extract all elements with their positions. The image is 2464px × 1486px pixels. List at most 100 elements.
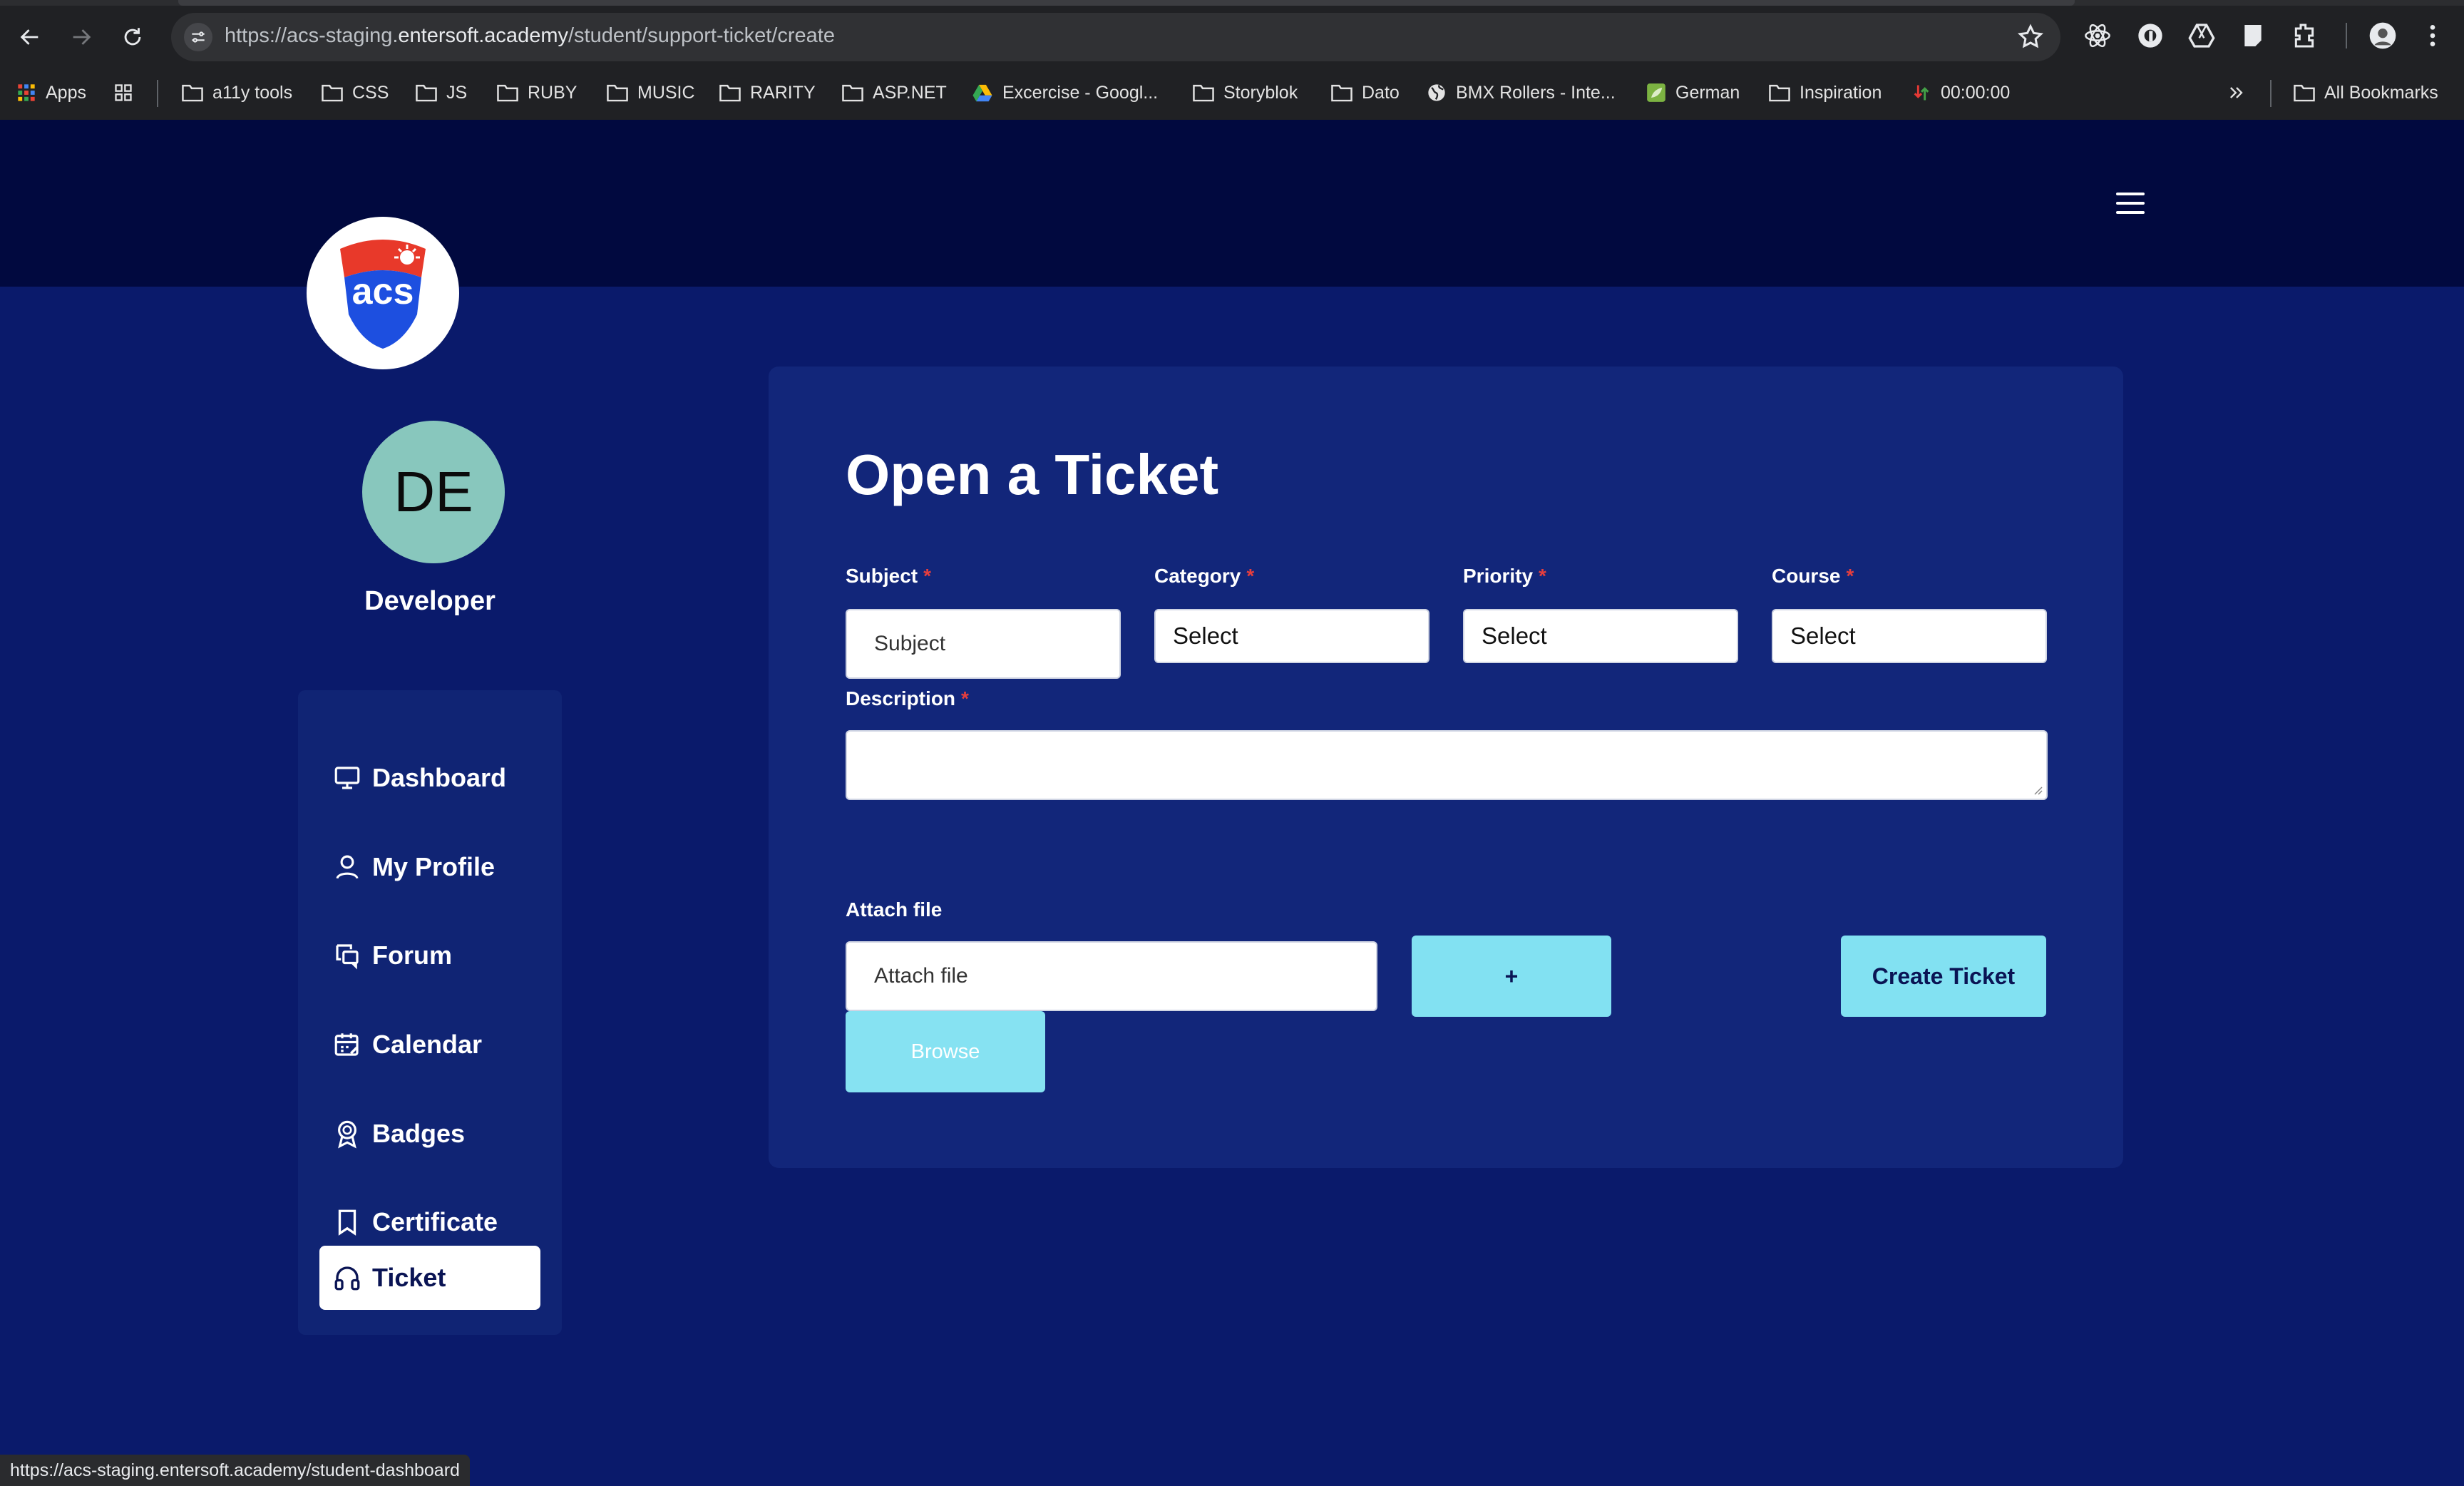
sidebar-item-label: Badges <box>372 1119 466 1148</box>
grid-icon <box>115 84 132 101</box>
reload-icon <box>124 28 141 46</box>
back-button[interactable] <box>9 16 51 58</box>
course-select-value: Select <box>1790 622 1856 649</box>
required-mark: * <box>1846 565 1854 587</box>
attach-file-placeholder: Attach file <box>874 964 968 988</box>
folder-icon <box>1193 84 1214 102</box>
sidebar-item-dashboard[interactable]: Dashboard <box>319 746 540 810</box>
bookmark-folder-a11y[interactable]: a11y tools <box>181 80 292 106</box>
bookmark-folder-music[interactable]: MUSIC <box>606 80 695 106</box>
notes-icon[interactable] <box>2239 21 2267 50</box>
bookmark-icon <box>338 1209 356 1236</box>
folder-icon <box>182 84 203 102</box>
bookmark-folder-storyblok[interactable]: Storyblok <box>1192 80 1298 106</box>
bookmark-bmx-rollers[interactable]: BMX Rollers - Inte... <box>1426 80 1616 106</box>
description-textarea[interactable] <box>846 730 2048 800</box>
reload-button[interactable] <box>111 16 154 58</box>
browse-button[interactable]: Browse <box>846 1011 1045 1092</box>
password-manager-icon[interactable] <box>2136 21 2165 50</box>
hamburger-menu-icon[interactable] <box>2116 193 2145 215</box>
create-ticket-button[interactable]: Create Ticket <box>1841 936 2046 1017</box>
required-mark: * <box>1539 565 1546 587</box>
sidebar-item-label: My Profile <box>372 852 496 881</box>
tab-groups-button[interactable] <box>113 80 143 106</box>
bookmark-folder-ruby[interactable]: RUBY <box>496 80 577 106</box>
sidebar-item-badges[interactable]: Badges <box>319 1102 540 1166</box>
address-bar[interactable]: https://acs-staging.entersoft.academy/st… <box>171 13 2060 61</box>
more-bookmarks-button[interactable] <box>2226 80 2256 106</box>
bookmark-folder-rarity[interactable]: RARITY <box>719 80 816 106</box>
folder-icon <box>416 84 437 102</box>
bookmark-folder-css[interactable]: CSS <box>321 80 389 106</box>
calendar-icon <box>334 1033 359 1056</box>
star-icon[interactable] <box>2016 23 2045 51</box>
bookmark-apps[interactable]: Apps <box>16 80 86 106</box>
sidebar-item-ticket[interactable]: Ticket <box>319 1246 540 1310</box>
sidebar-item-certificate[interactable]: Certificate <box>319 1190 540 1254</box>
tab-strip <box>0 0 2464 6</box>
subject-input[interactable]: Subject <box>846 609 1121 679</box>
sidebar-nav: Dashboard My Profile Forum Calendar Badg… <box>298 690 562 1335</box>
attach-file-input[interactable]: Attach file <box>846 941 1377 1011</box>
status-bar-url: https://acs-staging.entersoft.academy/st… <box>0 1455 470 1486</box>
avatar-initials: DE <box>394 460 473 523</box>
forward-button[interactable] <box>60 16 103 58</box>
required-mark: * <box>1246 565 1255 587</box>
bookmarks-divider <box>157 80 158 107</box>
react-devtools-icon[interactable] <box>2083 21 2112 50</box>
sidebar-item-my-profile[interactable]: My Profile <box>319 835 540 899</box>
folder-icon <box>322 84 343 102</box>
all-bookmarks-button[interactable]: All Bookmarks <box>2293 80 2438 106</box>
bookmark-apps-label: Apps <box>46 82 86 103</box>
priority-label: Priority * <box>1463 565 1546 587</box>
bookmark-folder-dato[interactable]: Dato <box>1330 80 1400 106</box>
browser-chrome: https://acs-staging.entersoft.academy/st… <box>0 0 2464 120</box>
apps-grid-icon <box>18 84 35 101</box>
leaf-icon <box>1647 83 1665 102</box>
google-drive-icon <box>972 84 992 102</box>
site-logo[interactable]: acs <box>307 217 459 369</box>
resize-handle-icon[interactable] <box>2032 784 2043 796</box>
category-label: Category * <box>1154 565 1255 587</box>
bookmark-folder-inspiration[interactable]: Inspiration <box>1768 80 1882 106</box>
acs-shield-logo: acs <box>340 240 426 349</box>
subject-placeholder: Subject <box>874 632 946 655</box>
folder-icon <box>719 84 741 102</box>
more-menu-icon[interactable] <box>2418 21 2447 50</box>
bookmark-folder-aspnet[interactable]: ASP.NET <box>841 80 947 106</box>
headphones-icon <box>334 1266 360 1291</box>
folder-icon <box>607 84 628 102</box>
sidebar-item-calendar[interactable]: Calendar <box>319 1013 540 1077</box>
required-mark: * <box>923 565 932 587</box>
award-icon <box>338 1120 356 1149</box>
extensions-icon[interactable] <box>2290 21 2319 50</box>
bookmark-german[interactable]: German <box>1646 80 1740 106</box>
profile-avatar-icon[interactable] <box>2368 21 2397 50</box>
bookmark-excercise[interactable]: Excercise - Googl... <box>971 80 1158 106</box>
folder-icon <box>497 84 518 102</box>
folder-icon <box>2294 84 2315 102</box>
sidebar-item-forum[interactable]: Forum <box>319 923 540 988</box>
globe-icon <box>1428 84 1445 101</box>
arrow-right-icon <box>73 29 91 45</box>
monitor-icon <box>334 767 360 789</box>
category-select[interactable]: Select <box>1154 609 1429 663</box>
timer-arrows-icon <box>1914 85 1929 101</box>
sidebar-item-label: Ticket <box>372 1263 446 1292</box>
bookmark-timer[interactable]: 00:00:00 <box>1911 80 2010 106</box>
course-label: Course * <box>1772 565 1854 587</box>
subject-label: Subject * <box>846 565 932 587</box>
priority-select-value: Select <box>1482 622 1547 649</box>
bookmark-folder-js[interactable]: JS <box>415 80 467 106</box>
course-select[interactable]: Select <box>1772 609 2047 663</box>
site-info-icon[interactable] <box>184 23 212 51</box>
user-icon <box>336 855 359 879</box>
drive-icon[interactable] <box>2187 21 2216 50</box>
bookmarks-divider <box>2270 80 2272 107</box>
user-avatar[interactable]: DE <box>362 421 505 563</box>
priority-select[interactable]: Select <box>1463 609 1738 663</box>
ticket-form-card: Open a Ticket Subject * Category * Priorit… <box>769 367 2123 1168</box>
sidebar-item-label: Forum <box>372 941 452 970</box>
folder-icon <box>842 84 863 102</box>
add-attachment-button[interactable]: + <box>1412 936 1611 1017</box>
